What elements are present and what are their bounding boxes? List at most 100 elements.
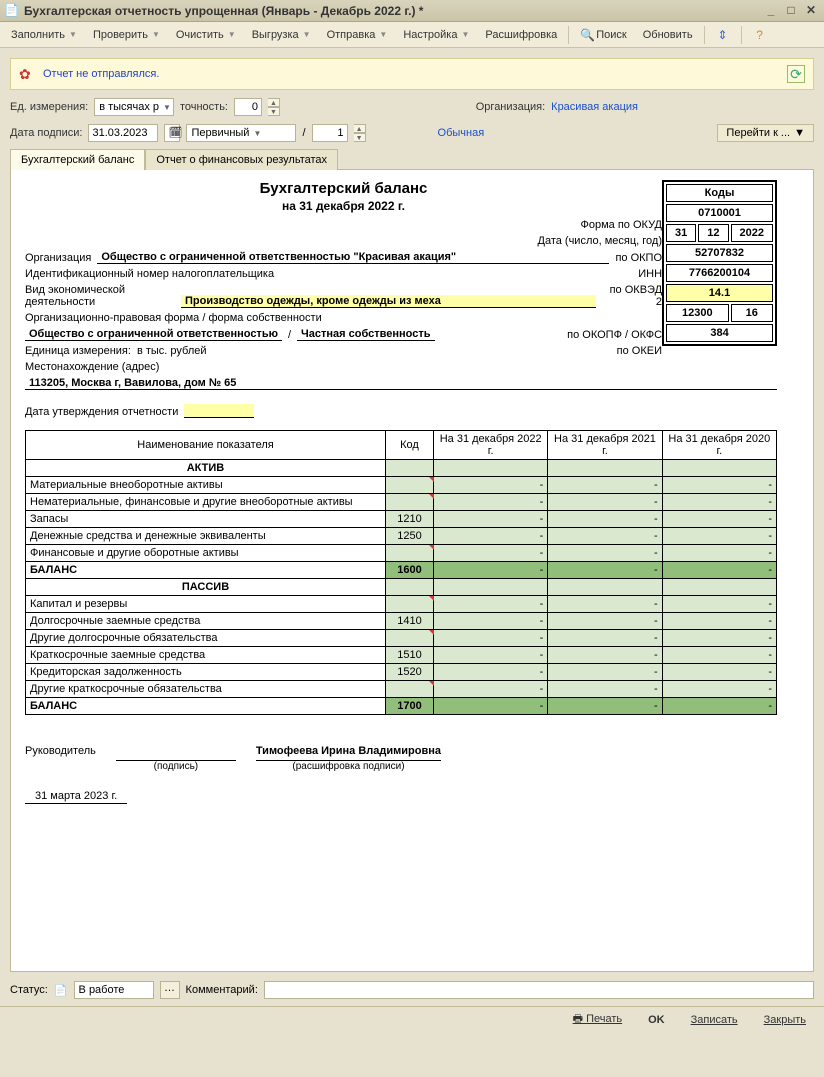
ok-button[interactable]: OK bbox=[640, 1012, 673, 1028]
head-name: Тимофеева Ирина Владимировна bbox=[256, 745, 441, 761]
value-cell[interactable]: - bbox=[662, 477, 776, 494]
precision-spinner[interactable]: ▲▼ bbox=[268, 98, 280, 116]
refresh-button[interactable]: Обновить bbox=[636, 26, 700, 44]
value-cell[interactable]: - bbox=[662, 545, 776, 562]
approve-date-input[interactable] bbox=[184, 404, 254, 418]
value-cell[interactable]: - bbox=[548, 477, 662, 494]
value-cell[interactable]: - bbox=[434, 630, 548, 647]
value-cell[interactable]: - bbox=[434, 477, 548, 494]
unit-combo[interactable]: в тысячах р▼ bbox=[94, 98, 174, 116]
value-cell: - bbox=[548, 698, 662, 715]
value-cell[interactable]: - bbox=[548, 681, 662, 698]
refresh-status-button[interactable]: ⟳ bbox=[787, 65, 805, 83]
search-button[interactable]: 🔍Поиск bbox=[573, 25, 633, 45]
address-value: 113205, Москва г, Вавилова, дом № 65 bbox=[25, 377, 777, 390]
tab-balance[interactable]: Бухгалтерский баланс bbox=[10, 149, 145, 170]
status-picker-button[interactable]: … bbox=[160, 981, 180, 999]
print-button[interactable]: 🖶 Печать bbox=[565, 1008, 631, 1031]
row-code[interactable]: 1410 bbox=[386, 613, 434, 630]
value-cell[interactable]: - bbox=[548, 630, 662, 647]
value-cell[interactable]: - bbox=[548, 494, 662, 511]
org-link[interactable]: Красивая акация bbox=[551, 101, 638, 113]
value-cell[interactable]: - bbox=[434, 681, 548, 698]
spin-down-icon[interactable]: ▼ bbox=[354, 133, 366, 142]
save-button[interactable]: Записать bbox=[683, 1012, 746, 1028]
value-cell[interactable]: - bbox=[434, 545, 548, 562]
kind-combo[interactable]: Первичный▼ bbox=[186, 124, 296, 142]
row-code[interactable] bbox=[386, 545, 434, 562]
setup-button[interactable]: Настройка▼ bbox=[396, 26, 476, 44]
spin-up-icon[interactable]: ▲ bbox=[354, 124, 366, 133]
empty-cell bbox=[434, 460, 548, 477]
normal-link[interactable]: Обычная bbox=[438, 127, 485, 139]
minimize-button[interactable]: _ bbox=[762, 3, 780, 19]
activity-value[interactable]: Производство одежды, кроме одежды из мех… bbox=[181, 295, 596, 308]
send-button[interactable]: Отправка▼ bbox=[320, 26, 395, 44]
value-cell[interactable]: - bbox=[548, 545, 662, 562]
address-label: Местонахождение (адрес) bbox=[25, 361, 159, 373]
okved-value[interactable]: 14.1 bbox=[666, 284, 773, 302]
value-cell: - bbox=[434, 562, 548, 579]
comment-input[interactable] bbox=[264, 981, 814, 999]
value-cell[interactable]: - bbox=[548, 647, 662, 664]
value-cell[interactable]: - bbox=[434, 494, 548, 511]
spin-down-icon[interactable]: ▼ bbox=[268, 107, 280, 116]
status-input[interactable] bbox=[74, 981, 154, 999]
precision-input[interactable] bbox=[234, 98, 262, 116]
num-spinner[interactable]: ▲▼ bbox=[354, 124, 366, 142]
value-cell[interactable]: - bbox=[434, 528, 548, 545]
value-cell[interactable]: - bbox=[548, 664, 662, 681]
updown-button[interactable]: ⇕ bbox=[709, 25, 737, 45]
row-code[interactable] bbox=[386, 494, 434, 511]
export-button[interactable]: Выгрузка▼ bbox=[245, 26, 318, 44]
empty-cell bbox=[548, 579, 662, 596]
calendar-button[interactable]: 🗓 bbox=[164, 124, 180, 142]
row-code[interactable] bbox=[386, 477, 434, 494]
value-cell[interactable]: - bbox=[434, 647, 548, 664]
close-button[interactable]: ✕ bbox=[802, 3, 820, 19]
tab-finresults[interactable]: Отчет о финансовых результатах bbox=[145, 149, 338, 170]
search-icon: 🔍 bbox=[580, 28, 594, 42]
row-code[interactable]: 1250 bbox=[386, 528, 434, 545]
goto-button[interactable]: Перейти к ...▼ bbox=[717, 124, 814, 142]
row-code[interactable] bbox=[386, 630, 434, 647]
value-cell[interactable]: - bbox=[548, 528, 662, 545]
document-pane[interactable]: Коды 0710001 31122022 52707832 776620010… bbox=[10, 170, 814, 972]
value-cell[interactable]: - bbox=[662, 494, 776, 511]
row-code[interactable]: 1210 bbox=[386, 511, 434, 528]
value-cell[interactable]: - bbox=[434, 511, 548, 528]
maximize-button[interactable]: □ bbox=[782, 3, 800, 19]
check-button[interactable]: Проверить▼ bbox=[86, 26, 167, 44]
value-cell[interactable]: - bbox=[434, 613, 548, 630]
date-input[interactable] bbox=[88, 124, 158, 142]
row-code[interactable] bbox=[386, 596, 434, 613]
row-code[interactable]: 1520 bbox=[386, 664, 434, 681]
fill-button[interactable]: Заполнить▼ bbox=[4, 26, 84, 44]
value-cell[interactable]: - bbox=[662, 664, 776, 681]
value-cell[interactable]: - bbox=[548, 596, 662, 613]
section-header: АКТИВ bbox=[26, 460, 386, 477]
help-button[interactable]: ? bbox=[746, 25, 774, 45]
value-cell[interactable]: - bbox=[662, 647, 776, 664]
row-code[interactable] bbox=[386, 681, 434, 698]
close-window-button[interactable]: Закрыть bbox=[756, 1012, 814, 1028]
value-cell[interactable]: - bbox=[662, 528, 776, 545]
table-row: Нематериальные, финансовые и другие внео… bbox=[26, 494, 777, 511]
value-cell[interactable]: - bbox=[662, 613, 776, 630]
num-input[interactable] bbox=[312, 124, 348, 142]
value-cell[interactable]: - bbox=[548, 511, 662, 528]
value-cell[interactable]: - bbox=[434, 664, 548, 681]
activity-label: Вид экономической деятельности bbox=[25, 284, 175, 308]
row-name: Капитал и резервы bbox=[26, 596, 386, 613]
footer: 🖶 Печать OK Записать Закрыть bbox=[0, 1006, 824, 1032]
decode-button[interactable]: Расшифровка bbox=[478, 26, 564, 44]
row-code[interactable]: 1510 bbox=[386, 647, 434, 664]
value-cell[interactable]: - bbox=[662, 630, 776, 647]
value-cell[interactable]: - bbox=[548, 613, 662, 630]
value-cell[interactable]: - bbox=[662, 681, 776, 698]
value-cell[interactable]: - bbox=[434, 596, 548, 613]
value-cell[interactable]: - bbox=[662, 596, 776, 613]
clear-button[interactable]: Очистить▼ bbox=[169, 26, 243, 44]
value-cell[interactable]: - bbox=[662, 511, 776, 528]
spin-up-icon[interactable]: ▲ bbox=[268, 98, 280, 107]
